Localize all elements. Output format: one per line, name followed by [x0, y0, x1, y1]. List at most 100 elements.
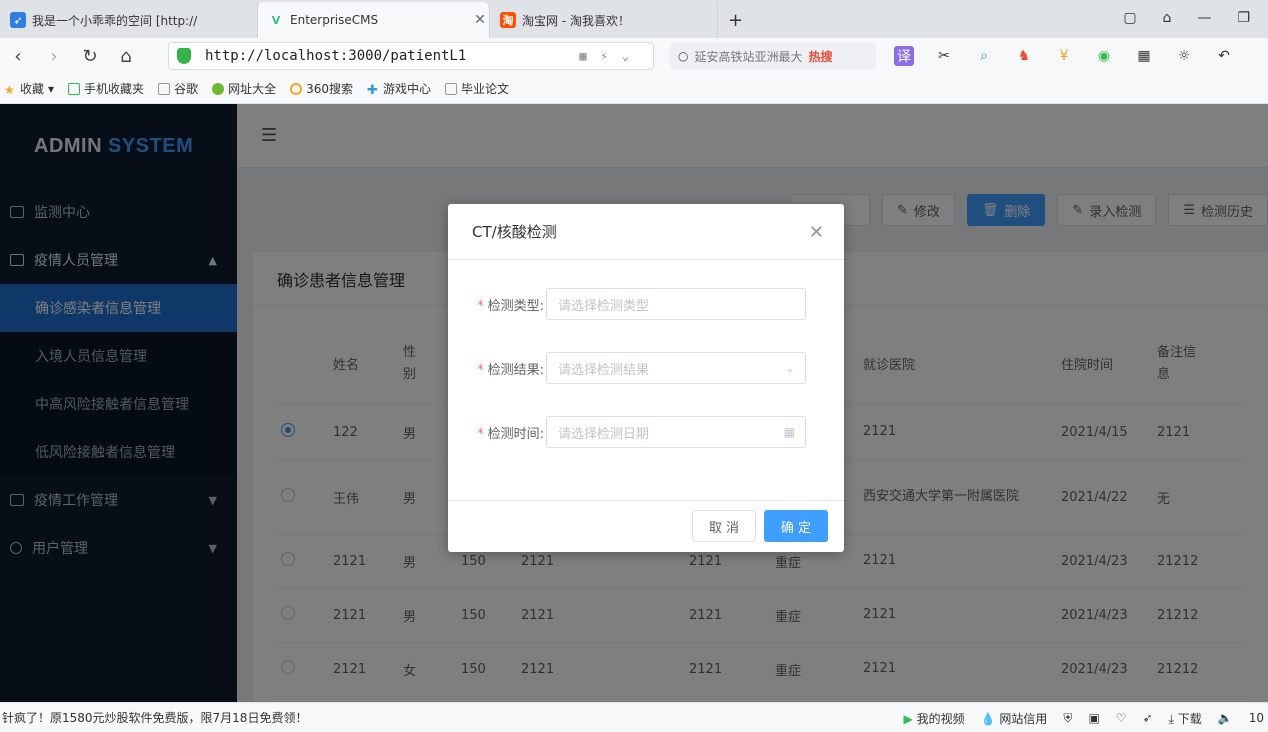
wechat-icon[interactable]: ◉ — [1094, 46, 1114, 66]
download-icon: ⤓ — [1168, 711, 1174, 726]
form-row-test-result: * 检测结果: 请选择检测结果 ⌄ — [448, 352, 844, 384]
bookmark-mobile[interactable]: 手机收藏夹 — [68, 80, 144, 97]
tab-title: 我是一个小乖乖的空间 [http:// — [32, 13, 198, 28]
form-row-test-time: * 检测时间: 请选择检测日期 ▦ — [448, 416, 844, 448]
browser-status-bar: 针疯了！原1580元炒股软件免费版，限7月18日免费领！ ▶ 我的视频 💧 网站… — [0, 702, 1268, 732]
test-type-input[interactable]: 请选择检测类型 — [546, 288, 806, 320]
placeholder-text: 请选择检测日期 — [558, 426, 650, 442]
bookmark-games[interactable]: ✚ 游戏中心 — [367, 80, 432, 98]
bookmarks-bar: ★ 收藏 ▾ 手机收藏夹 谷歌 网址大全 360搜索 ✚ 游戏中心 毕业论文 — [0, 74, 1268, 104]
label-text: 检测结果: — [487, 362, 544, 378]
status-label: 网站信用 — [999, 711, 1048, 726]
image-icon[interactable]: ▣ — [1088, 711, 1099, 725]
form-label: * 检测结果: — [448, 359, 546, 378]
status-label: 下载 — [1177, 711, 1202, 726]
scissors-icon[interactable]: ✂ — [934, 46, 954, 66]
speaker-icon[interactable]: 🔈 — [1218, 711, 1233, 725]
phone-icon — [68, 82, 81, 95]
test-date-picker[interactable]: 请选择检测日期 ▦ — [546, 416, 806, 448]
test-result-select[interactable]: 请选择检测结果 ⌄ — [546, 352, 806, 384]
bookmark-label: 收藏 — [20, 82, 45, 96]
dialog-header: CT/核酸检测 ✕ — [448, 204, 844, 260]
maximize-icon[interactable]: ❐ — [1237, 10, 1250, 26]
form-label: * 检测类型: — [448, 295, 546, 314]
required-mark: * — [477, 426, 484, 442]
shirt-icon[interactable]: ⌂ — [1163, 10, 1172, 26]
forward-icon[interactable]: › — [36, 46, 72, 67]
star-icon: ★ — [4, 82, 15, 97]
browser-toolbar: 译 ✂ ⌕ ♞ ¥ ◉ ▦ ☼ ↶ — [894, 38, 1234, 74]
translate-icon[interactable]: 译 — [894, 46, 914, 66]
status-label: 10 — [1248, 711, 1264, 725]
feather-icon: ➶ — [10, 12, 26, 28]
status-label: 我的视频 — [916, 711, 965, 726]
search-icon: ○ — [678, 49, 689, 63]
rocket-icon[interactable]: ➶ — [1143, 711, 1153, 725]
shield-status-icon[interactable]: ⛨ — [1063, 711, 1072, 726]
undo-icon[interactable]: ↶ — [1214, 46, 1234, 66]
chevron-down-icon: ⌄ — [784, 361, 795, 375]
gamepad-icon: ✚ — [367, 82, 378, 98]
search-360-icon — [290, 82, 303, 95]
cancel-button[interactable]: 取 消 — [692, 510, 756, 542]
placeholder-text: 请选择检测类型 — [558, 298, 650, 314]
tab-qzone[interactable]: ➶ 我是一个小乖乖的空间 [http:// — [0, 2, 258, 38]
close-icon[interactable]: ✕ — [474, 12, 486, 28]
url-actions-icon[interactable]: ▦⚡⌄ — [579, 49, 643, 63]
brightness-icon[interactable]: ☼ — [1174, 46, 1194, 66]
bookmark-label: 游戏中心 — [383, 82, 432, 96]
apps-icon[interactable]: ▦ — [1134, 46, 1154, 66]
taobao-icon: 淘 — [500, 12, 516, 28]
bookmark-google[interactable]: 谷歌 — [158, 80, 198, 97]
bookmark-label: 谷歌 — [174, 82, 199, 96]
url-text: http://localhost:3000/patientL1 — [205, 48, 467, 64]
required-mark: * — [477, 298, 484, 314]
zoom-level[interactable]: 10 — [1249, 711, 1264, 725]
tab-title: 淘宝网 - 淘我喜欢！ — [522, 13, 630, 28]
drop-icon: 💧 — [980, 711, 996, 726]
bookmark-label: 网址大全 — [228, 82, 277, 96]
close-icon[interactable]: ✕ — [809, 222, 824, 243]
bookmark-thesis[interactable]: 毕业论文 — [445, 80, 509, 97]
browser-tab-bar: ➶ 我是一个小乖乖的空间 [http:// V EnterpriseCMS ✕ … — [0, 0, 1268, 38]
tab-count-icon[interactable]: ▢ — [1123, 10, 1136, 26]
form-label: * 检测时间: — [448, 423, 546, 442]
heart-icon[interactable]: ♡ — [1116, 711, 1127, 725]
game-icon[interactable]: ♞ — [1014, 46, 1034, 66]
bookmark-favorites[interactable]: ★ 收藏 ▾ — [4, 80, 54, 97]
reload-icon[interactable]: ↻ — [72, 46, 108, 67]
confirm-button[interactable]: 确 定 — [764, 510, 828, 542]
form-row-test-type: * 检测类型: 请选择检测类型 — [448, 288, 844, 320]
page-icon — [445, 82, 458, 95]
tab-title: EnterpriseCMS — [290, 13, 379, 27]
bookmark-label: 手机收藏夹 — [84, 82, 145, 96]
back-icon[interactable]: ‹ — [0, 46, 36, 67]
minimize-icon[interactable]: — — [1197, 10, 1211, 26]
bookmark-label: 360搜索 — [306, 82, 353, 96]
hot-search-label: 热搜 — [808, 49, 833, 64]
home-icon[interactable]: ⌂ — [108, 46, 144, 67]
download-link[interactable]: ⤓ 下载 — [1169, 710, 1202, 727]
ct-nucleic-test-dialog: CT/核酸检测 ✕ * 检测类型: 请选择检测类型 * 检测结果: 请选择检测结果 … — [448, 204, 844, 552]
shield-icon — [177, 48, 191, 64]
status-ad-text[interactable]: 针疯了！原1580元炒股软件免费版，限7月18日免费领！ — [0, 709, 307, 726]
magnifier-icon[interactable]: ⌕ — [974, 46, 994, 66]
tab-taobao[interactable]: 淘 淘宝网 - 淘我喜欢！ — [490, 2, 718, 38]
placeholder-text: 请选择检测结果 — [558, 362, 650, 378]
search-placeholder: 延安高铁站亚洲最大 — [694, 49, 803, 64]
bookmark-360[interactable]: 360搜索 — [290, 80, 353, 97]
calendar-icon: ▦ — [783, 425, 795, 439]
site-credit-link[interactable]: 💧 网站信用 — [981, 710, 1048, 727]
bookmark-sites[interactable]: 网址大全 — [212, 80, 276, 97]
vue-logo-icon: V — [271, 13, 281, 27]
coupon-icon[interactable]: ¥ — [1054, 46, 1074, 66]
window-controls: ▢ ⌂ — ❐ — [1123, 0, 1268, 36]
play-icon: ▶ — [903, 711, 913, 726]
video-link[interactable]: ▶ 我的视频 — [904, 710, 965, 727]
dialog-title: CT/核酸检测 — [472, 223, 557, 241]
new-tab-button[interactable]: + — [718, 2, 758, 38]
tab-enterprisecms[interactable]: V EnterpriseCMS ✕ — [258, 2, 490, 38]
url-input[interactable]: http://localhost:3000/patientL1 ▦⚡⌄ — [168, 42, 654, 70]
bookmark-label: 毕业论文 — [461, 82, 510, 96]
search-input[interactable]: ○ 延安高铁站亚洲最大 热搜 — [670, 42, 876, 70]
